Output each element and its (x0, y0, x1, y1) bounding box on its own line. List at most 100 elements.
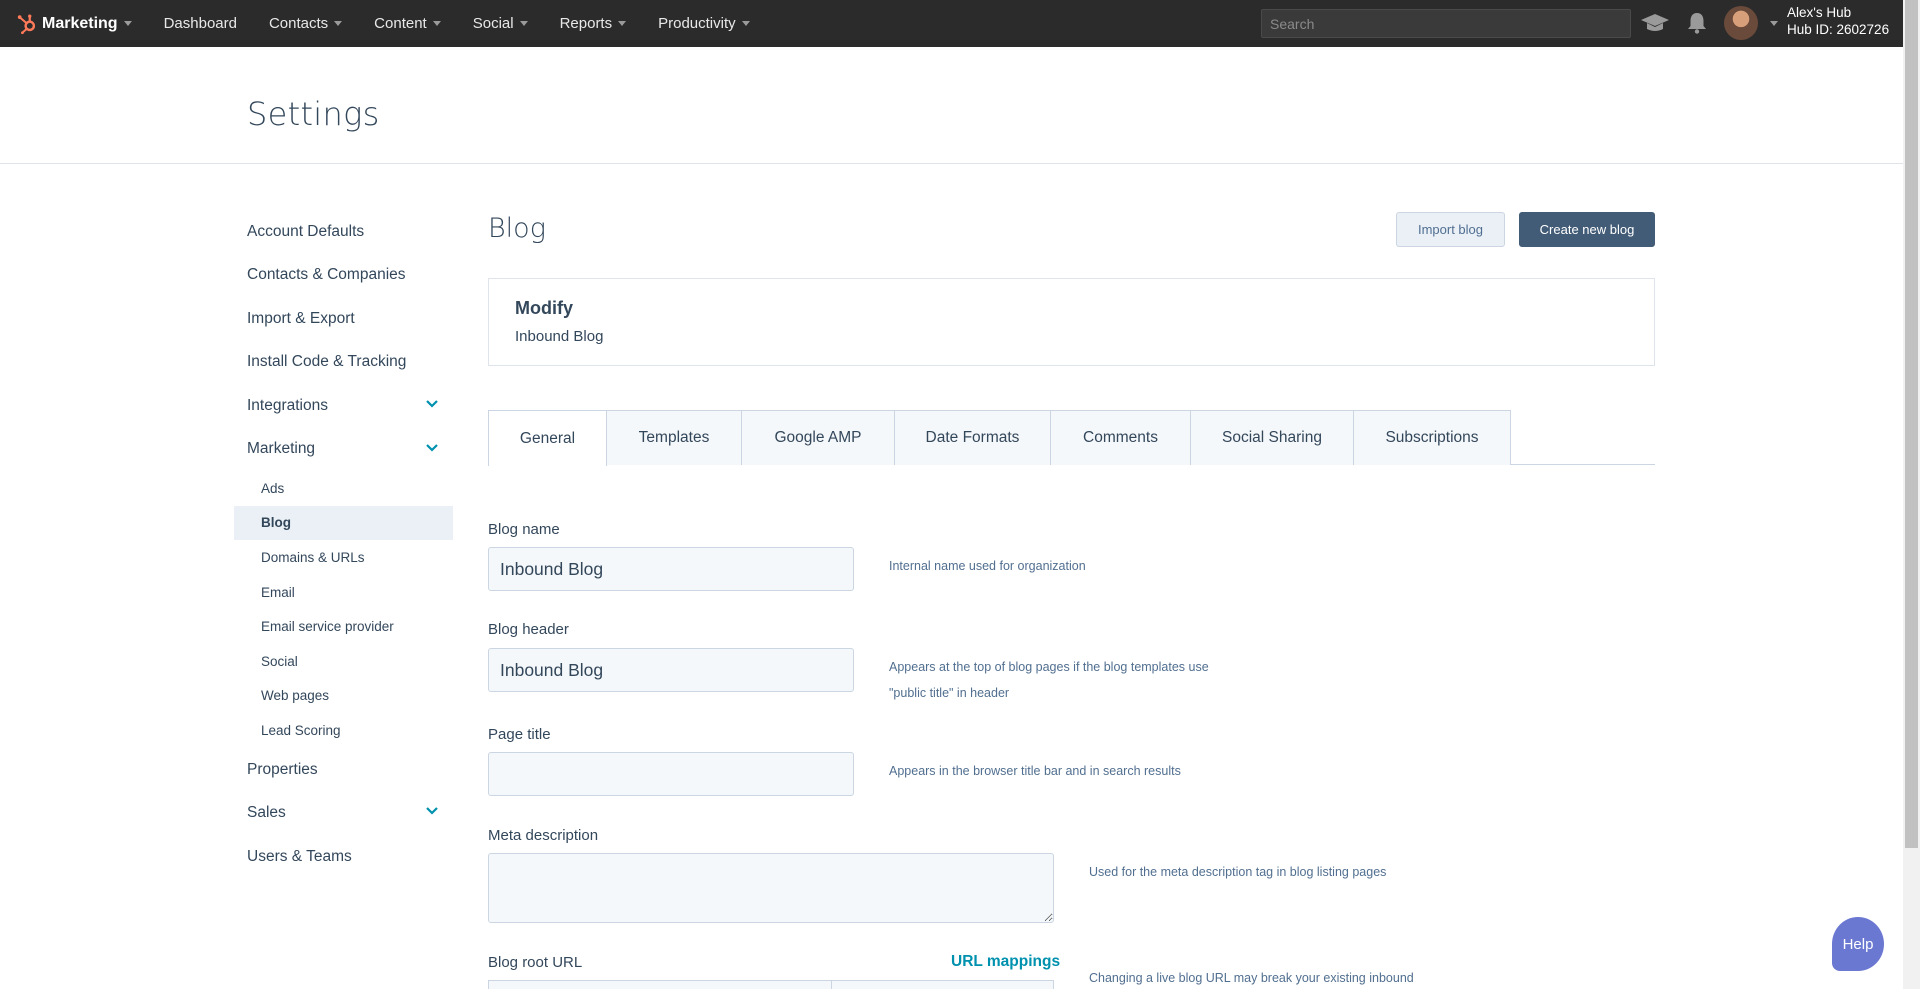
brand-menu[interactable]: Marketing (16, 13, 132, 35)
sidebar-item-contacts-companies[interactable]: Contacts & Companies (234, 254, 453, 298)
sidebar-subitem-email-service-provider[interactable]: Email service provider (234, 609, 453, 644)
sidebar-item-label: Install Code & Tracking (247, 353, 407, 371)
nav-label: Content (374, 15, 427, 32)
help-button[interactable]: Help (1832, 917, 1884, 971)
avatar[interactable] (1724, 6, 1758, 40)
sidebar-item-label: Contacts & Companies (247, 266, 406, 284)
modify-title: Modify (515, 298, 573, 318)
nav-label: Productivity (658, 15, 736, 32)
sidebar-item-label: Account Defaults (247, 222, 365, 240)
page-title-input[interactable] (488, 752, 854, 796)
blog-header-input[interactable] (488, 648, 854, 692)
sidebar-item-properties[interactable]: Properties (234, 748, 453, 792)
tab-google-amp[interactable]: Google AMP (742, 410, 895, 465)
blog-header-help-line: "public title" in header (889, 686, 1010, 700)
meta-description-label: Meta description (488, 827, 599, 844)
sidebar-item-marketing[interactable]: Marketing (234, 428, 453, 472)
blog-name-input[interactable] (488, 547, 854, 591)
sidebar-item-account-defaults[interactable]: Account Defaults (234, 210, 453, 254)
sidebar-subitem-label: Lead Scoring (261, 722, 341, 738)
hubspot-logo-icon (17, 14, 36, 34)
page-scrollbar[interactable] (1903, 0, 1920, 989)
nav-content[interactable]: Content (374, 15, 441, 32)
page-title-label: Page title (488, 726, 551, 743)
brand-label: Marketing (42, 14, 118, 32)
sidebar-subitem-email[interactable]: Email (234, 575, 453, 610)
nav-dashboard[interactable]: Dashboard (164, 15, 237, 32)
nav-label: Reports (559, 15, 613, 32)
chevron-down-icon (519, 21, 528, 26)
nav-label: Contacts (268, 15, 329, 32)
sidebar-item-users-teams[interactable]: Users & Teams (234, 835, 453, 879)
import-blog-button[interactable]: Import blog (1396, 212, 1505, 247)
scrollbar-thumb[interactable] (1905, 0, 1918, 848)
blog-name-help: Internal name used for organization (889, 559, 1086, 573)
chevron-down-icon (432, 21, 441, 26)
sidebar-subitem-label: Web pages (261, 688, 330, 704)
blog-domain-select[interactable] (488, 980, 832, 989)
chevron-down-icon[interactable] (425, 806, 439, 816)
blog-header-help-line: Appears at the top of blog pages if the … (889, 660, 1209, 674)
tab-social-sharing[interactable]: Social Sharing (1191, 410, 1354, 465)
sidebar-subitem-social[interactable]: Social (234, 644, 453, 679)
top-navigation: Marketing Dashboard Contacts Content Soc… (0, 0, 1903, 47)
sidebar-item-label: Marketing (247, 440, 316, 458)
settings-header: Settings (0, 47, 1903, 164)
chevron-down-icon[interactable] (1770, 21, 1778, 26)
create-new-blog-button[interactable]: Create new blog (1519, 212, 1655, 247)
sidebar-item-label: Users & Teams (247, 847, 352, 865)
nav-label: Dashboard (163, 15, 237, 32)
sidebar-item-install-code[interactable]: Install Code & Tracking (234, 341, 453, 385)
sidebar-item-sales[interactable]: Sales (234, 791, 453, 835)
sidebar-item-label: Properties (247, 760, 318, 778)
modify-panel: Modify Inbound Blog (488, 278, 1655, 366)
blog-slug-input[interactable] (831, 980, 1054, 989)
nav-contacts[interactable]: Contacts (268, 15, 343, 32)
tab-templates[interactable]: Templates (607, 410, 742, 465)
tab-subscriptions[interactable]: Subscriptions (1354, 410, 1511, 465)
academy-icon[interactable] (1640, 12, 1670, 34)
blog-root-url-label: Blog root URL (488, 954, 583, 971)
tab-general[interactable]: General (488, 410, 607, 466)
page-title-help: Appears in the browser title bar and in … (889, 764, 1181, 778)
blog-root-url-help: Changing a live blog URL may break your … (1089, 971, 1414, 985)
meta-description-help: Used for the meta description tag in blo… (1089, 865, 1387, 879)
nav-reports[interactable]: Reports (560, 15, 627, 32)
nav-productivity[interactable]: Productivity (658, 15, 750, 32)
sidebar-subitem-blog[interactable]: Blog (234, 505, 453, 541)
sidebar-subitem-domains-urls[interactable]: Domains & URLs (234, 540, 453, 575)
sidebar-subitem-ads[interactable]: Ads (234, 471, 453, 506)
blog-header-label: Blog header (488, 621, 569, 638)
chevron-down-icon (741, 21, 750, 26)
sidebar-item-label: Integrations (247, 396, 328, 414)
tab-comments[interactable]: Comments (1051, 410, 1191, 465)
hub-name: Alex's Hub (1787, 5, 1852, 20)
sidebar-item-label: Sales (247, 804, 286, 821)
page-title: Settings (247, 95, 380, 133)
hub-info[interactable]: Alex's Hub Hub ID: 2602726 (1787, 4, 1889, 38)
tab-date-formats[interactable]: Date Formats (895, 410, 1051, 465)
chevron-down-icon (618, 21, 627, 26)
nav-social[interactable]: Social (473, 15, 528, 32)
sidebar-subitem-label: Domains & URLs (261, 549, 365, 565)
modify-blog-name: Inbound Blog (515, 328, 604, 345)
sidebar-subitem-label: Email service provider (261, 619, 394, 635)
sidebar-item-import-export[interactable]: Import & Export (234, 297, 453, 341)
sidebar-subitem-label: Email (261, 584, 295, 600)
meta-description-textarea[interactable] (488, 853, 1054, 923)
url-mappings-link[interactable]: URL mappings (951, 953, 1060, 971)
notifications-icon[interactable] (1686, 11, 1708, 35)
sidebar-item-integrations[interactable]: Integrations (234, 384, 453, 428)
sidebar-subitem-lead-scoring[interactable]: Lead Scoring (234, 713, 453, 748)
search-input[interactable] (1261, 9, 1631, 38)
blog-header-help: Appears at the top of blog pages if the … (889, 654, 1209, 706)
sidebar-subitem-label: Ads (261, 480, 285, 496)
settings-sidebar: Account Defaults Contacts & Companies Im… (234, 210, 453, 878)
sidebar-subitem-web-pages[interactable]: Web pages (234, 679, 453, 714)
blog-name-label: Blog name (488, 521, 560, 538)
sidebar-item-label: Import & Export (247, 309, 355, 327)
nav-label: Social (472, 15, 514, 32)
chevron-down-icon (123, 21, 132, 26)
chevron-down-icon[interactable] (425, 399, 439, 409)
chevron-down-icon[interactable] (425, 443, 439, 453)
